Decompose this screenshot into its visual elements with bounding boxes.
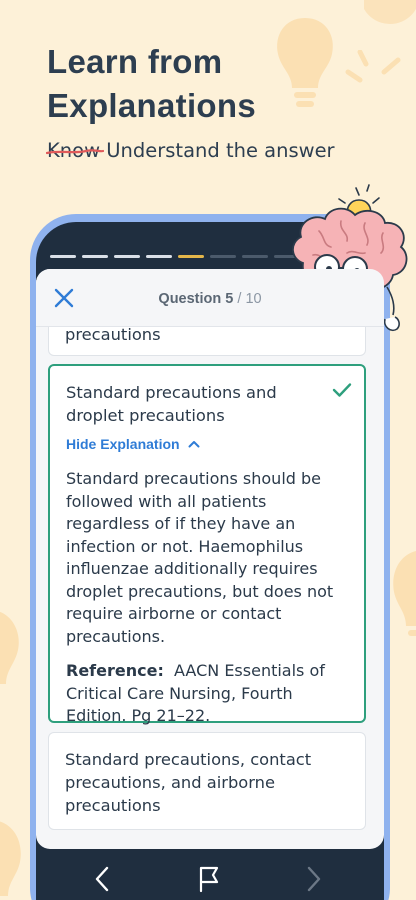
bottom-navigation (36, 849, 384, 900)
headline-line-2: Explanations (47, 87, 256, 124)
progress-segment (50, 255, 76, 258)
subline-text: Understand the answer (106, 139, 335, 162)
progress-segment (146, 255, 172, 258)
progress-segment (114, 255, 140, 258)
question-counter: Question 5 / 10 (36, 291, 384, 307)
progress-segment (242, 255, 268, 258)
explanation-text: Standard precautions should be followed … (66, 469, 334, 646)
question-header: Question 5 / 10 (36, 269, 384, 327)
reference: Reference: AACN Essentials of Critical C… (66, 660, 348, 728)
chevron-right-icon[interactable] (304, 865, 324, 893)
answer-option-correct[interactable]: Standard precautions and droplet precaut… (48, 364, 366, 725)
question-total: / 10 (237, 291, 262, 307)
chevron-left-icon[interactable] (92, 865, 112, 893)
progress-segment-current (178, 255, 204, 258)
strikethrough-scribble (46, 149, 104, 155)
headline: Learn from Explanations (47, 40, 256, 128)
background-lightbulb-icon (277, 18, 333, 107)
check-icon (332, 383, 352, 397)
question-number: Question 5 (158, 291, 234, 307)
subline: Know Understand the answer (46, 139, 335, 162)
answer-option-text: Standard precautions and droplet precaut… (66, 383, 277, 425)
struck-word: Know (46, 139, 104, 162)
progress-segment (82, 255, 108, 258)
background-lightbulb-icon (364, 0, 416, 24)
flag-icon[interactable] (198, 865, 220, 893)
phone-screen: Question 5 / 10 precautions Standard pre… (36, 222, 384, 900)
answer-option-text: Standard precautions, contact precaution… (65, 750, 312, 815)
hide-explanation-button[interactable]: Hide Explanation (66, 436, 348, 452)
question-card: Question 5 / 10 precautions Standard pre… (36, 269, 384, 849)
reference-label: Reference: (66, 661, 164, 680)
background-rays (345, 50, 401, 83)
chevron-up-icon (188, 441, 200, 448)
headline-line-1: Learn from (47, 43, 223, 80)
answer-option[interactable]: Standard precautions, contact precaution… (48, 732, 366, 830)
progress-segment (210, 255, 236, 258)
